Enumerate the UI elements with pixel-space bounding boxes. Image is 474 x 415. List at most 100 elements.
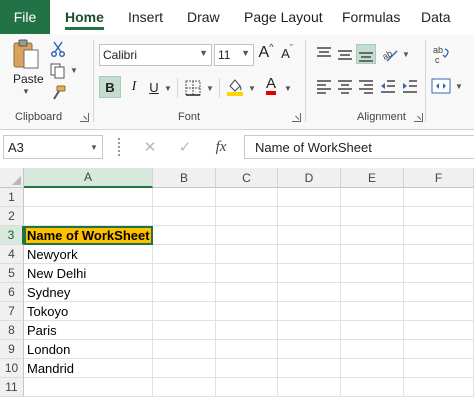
- cell-a10[interactable]: Mandrid: [24, 359, 153, 378]
- column-header-b[interactable]: B: [153, 168, 216, 188]
- font-name-select[interactable]: Calibri ▼: [99, 44, 212, 66]
- name-box-dropdown-icon[interactable]: ▼: [90, 143, 98, 152]
- enter-icon[interactable]: ✓: [175, 137, 195, 157]
- column-header-a[interactable]: A: [24, 168, 153, 188]
- copy-dropdown-icon[interactable]: ▼: [70, 66, 78, 75]
- cell-a1[interactable]: [24, 188, 153, 207]
- cell[interactable]: [341, 321, 404, 340]
- increase-indent-icon[interactable]: [400, 76, 420, 96]
- paste-dropdown-icon[interactable]: ▼: [22, 87, 30, 96]
- cell[interactable]: [278, 340, 341, 359]
- cell[interactable]: [341, 264, 404, 283]
- cut-icon[interactable]: [49, 40, 67, 58]
- cell[interactable]: [216, 188, 278, 207]
- row-header-3[interactable]: 3: [0, 226, 24, 245]
- align-center-icon[interactable]: [335, 76, 355, 96]
- paste-button-label[interactable]: Paste: [13, 72, 44, 86]
- bold-button[interactable]: B: [99, 76, 121, 98]
- column-header-f[interactable]: F: [404, 168, 474, 188]
- decrease-indent-icon[interactable]: [378, 76, 398, 96]
- cell[interactable]: [216, 264, 278, 283]
- cell[interactable]: [404, 359, 474, 378]
- cell[interactable]: [341, 340, 404, 359]
- row-header-11[interactable]: 11: [0, 378, 24, 397]
- row-header-8[interactable]: 8: [0, 321, 24, 340]
- row-header-4[interactable]: 4: [0, 245, 24, 264]
- cell[interactable]: [216, 245, 278, 264]
- cell[interactable]: [216, 283, 278, 302]
- cell[interactable]: [341, 226, 404, 245]
- select-all-button[interactable]: [0, 168, 24, 188]
- copy-icon[interactable]: [49, 62, 67, 80]
- cell-a3[interactable]: Name of WorkSheet: [24, 226, 153, 245]
- cell[interactable]: [341, 283, 404, 302]
- orientation-icon[interactable]: ab: [380, 44, 400, 64]
- tab-insert[interactable]: Insert: [128, 0, 163, 34]
- cell[interactable]: [278, 188, 341, 207]
- merge-center-icon[interactable]: [430, 76, 452, 96]
- font-color-button[interactable]: A: [262, 74, 280, 92]
- cell-a11[interactable]: [24, 378, 153, 397]
- align-bottom-icon[interactable]: [356, 44, 376, 64]
- cell[interactable]: [341, 302, 404, 321]
- insert-function-icon[interactable]: fx: [210, 137, 232, 157]
- underline-dropdown-icon[interactable]: ▼: [164, 84, 172, 93]
- cell[interactable]: [153, 264, 216, 283]
- cell[interactable]: [153, 359, 216, 378]
- cell[interactable]: [404, 283, 474, 302]
- cancel-icon[interactable]: ✕: [140, 137, 160, 157]
- cell[interactable]: [216, 226, 278, 245]
- tab-home[interactable]: Home: [65, 0, 104, 34]
- tab-page-layout[interactable]: Page Layout: [244, 0, 323, 34]
- cell-a7[interactable]: Tokoyo: [24, 302, 153, 321]
- paste-icon[interactable]: [10, 38, 42, 70]
- fill-color-dropdown-icon[interactable]: ▼: [248, 84, 256, 93]
- align-middle-icon[interactable]: [335, 44, 355, 64]
- column-header-d[interactable]: D: [278, 168, 341, 188]
- shrink-font-button[interactable]: Aˇ: [278, 42, 296, 64]
- tab-file[interactable]: File: [0, 0, 50, 34]
- formula-bar-grip[interactable]: [118, 138, 121, 156]
- wrap-text-icon[interactable]: ab c: [430, 42, 454, 66]
- cell[interactable]: [278, 378, 341, 397]
- cell[interactable]: [404, 188, 474, 207]
- orientation-dropdown-icon[interactable]: ▼: [402, 50, 410, 59]
- font-launcher-icon[interactable]: [292, 113, 301, 122]
- cell[interactable]: [404, 226, 474, 245]
- align-right-icon[interactable]: [356, 76, 376, 96]
- cell[interactable]: [278, 302, 341, 321]
- tab-formulas[interactable]: Formulas: [342, 0, 400, 34]
- cell[interactable]: [278, 283, 341, 302]
- cell[interactable]: [278, 226, 341, 245]
- cell[interactable]: [216, 359, 278, 378]
- cell[interactable]: [153, 340, 216, 359]
- tab-draw[interactable]: Draw: [187, 0, 220, 34]
- cell[interactable]: [153, 378, 216, 397]
- row-header-6[interactable]: 6: [0, 283, 24, 302]
- cell[interactable]: [278, 264, 341, 283]
- cell[interactable]: [153, 283, 216, 302]
- row-header-9[interactable]: 9: [0, 340, 24, 359]
- cell[interactable]: [404, 321, 474, 340]
- cell[interactable]: [341, 245, 404, 264]
- fill-color-icon[interactable]: [225, 76, 245, 98]
- formula-input[interactable]: Name of WorkSheet: [244, 135, 474, 159]
- cell-a4[interactable]: Newyork: [24, 245, 153, 264]
- row-header-1[interactable]: 1: [0, 188, 24, 207]
- font-color-dropdown-icon[interactable]: ▼: [284, 84, 292, 93]
- row-header-2[interactable]: 2: [0, 207, 24, 226]
- underline-button[interactable]: U: [146, 76, 162, 98]
- align-left-icon[interactable]: [314, 76, 334, 96]
- cell[interactable]: [153, 245, 216, 264]
- format-painter-icon[interactable]: [49, 84, 67, 102]
- column-header-c[interactable]: C: [216, 168, 278, 188]
- cell[interactable]: [153, 188, 216, 207]
- cell-a9[interactable]: London: [24, 340, 153, 359]
- merge-dropdown-icon[interactable]: ▼: [455, 82, 463, 91]
- cell[interactable]: [153, 302, 216, 321]
- cell-a2[interactable]: [24, 207, 153, 226]
- cell[interactable]: [404, 340, 474, 359]
- cell[interactable]: [278, 321, 341, 340]
- cell[interactable]: [404, 378, 474, 397]
- align-top-icon[interactable]: [314, 44, 334, 64]
